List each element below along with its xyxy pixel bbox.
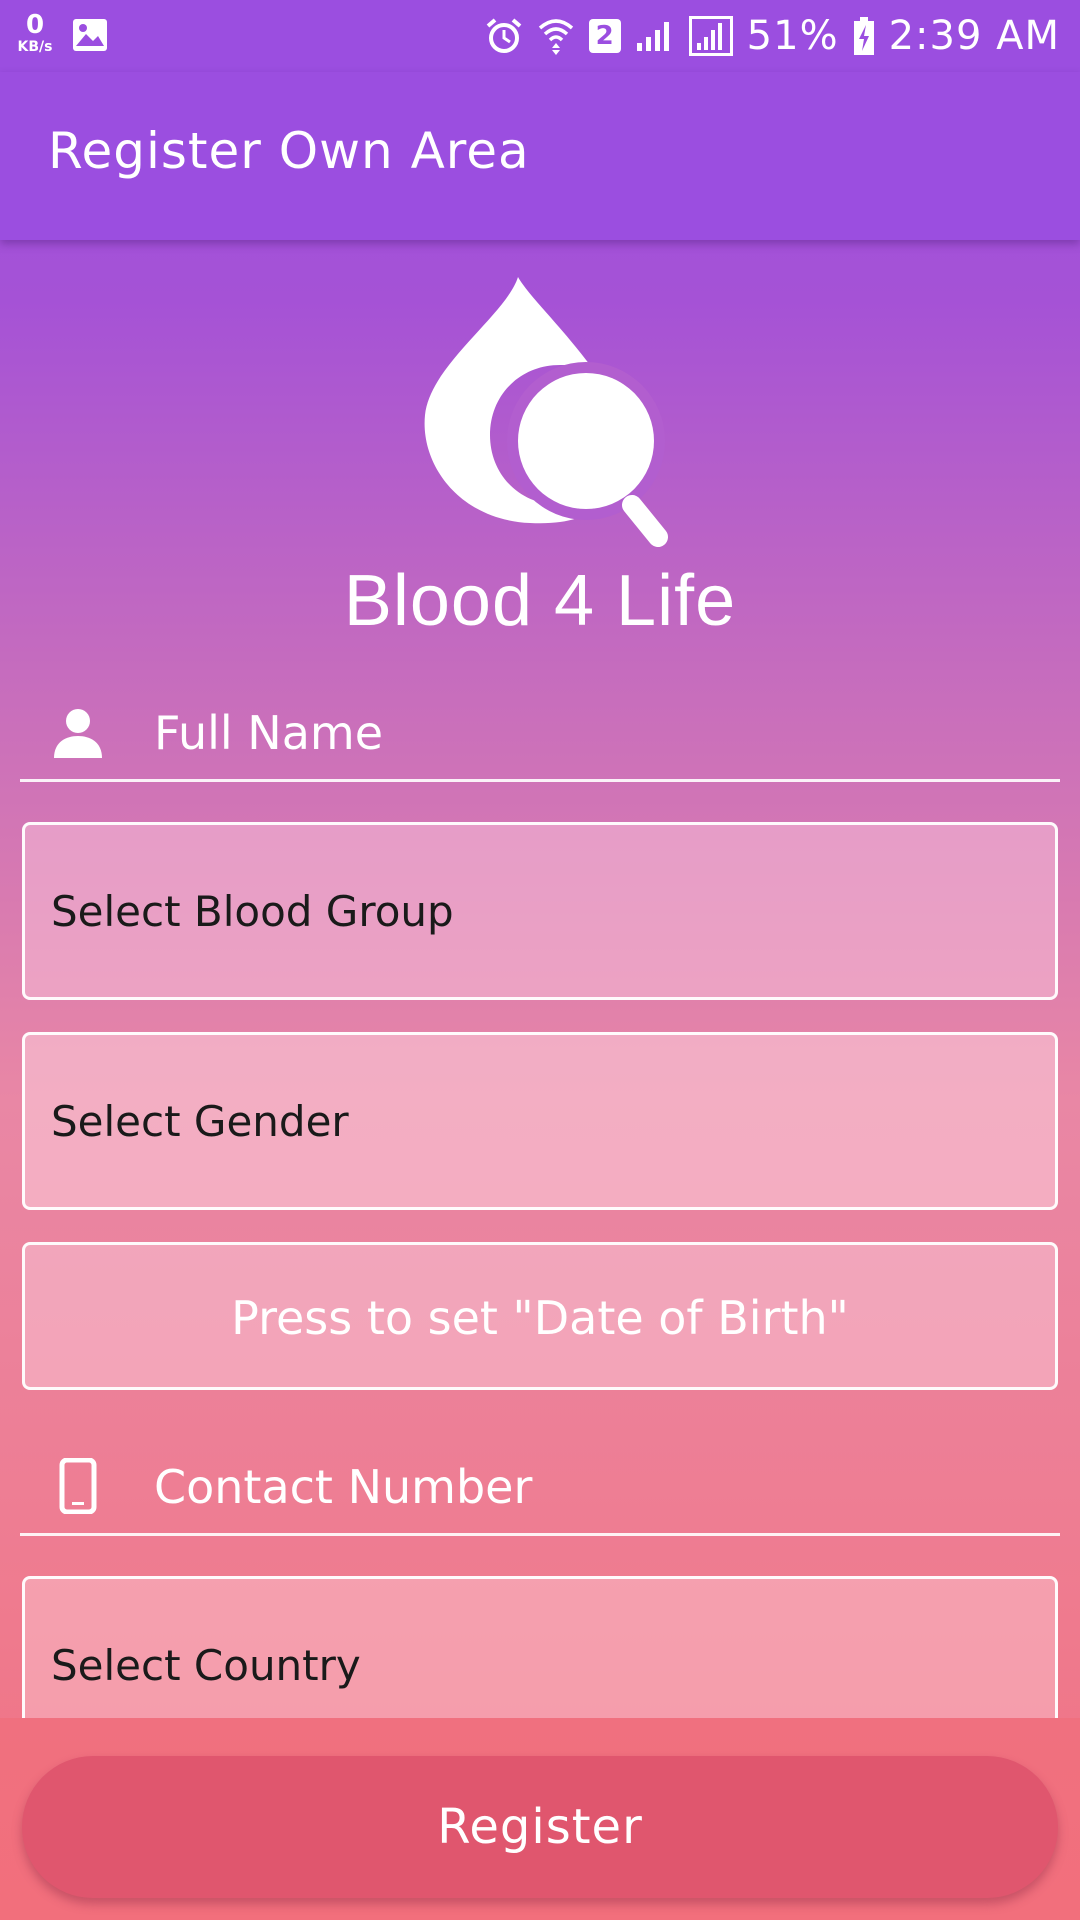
network-speed-unit: KB/s <box>17 39 53 55</box>
signal-icon <box>636 22 669 51</box>
phone-icon <box>59 1458 97 1514</box>
full-name-placeholder: Full Name <box>154 706 383 760</box>
contact-number-field[interactable]: Contact Number <box>20 1436 1060 1536</box>
signal-2-icon <box>688 16 733 56</box>
logo-text: Blood 4 Life <box>343 561 737 641</box>
wifi-icon <box>538 19 573 55</box>
app-bar: Register Own Area <box>0 72 1080 240</box>
date-of-birth-button[interactable]: Press to set "Date of Birth" <box>22 1242 1058 1390</box>
country-label: Select Country <box>51 1641 361 1690</box>
alarm-icon <box>486 18 521 53</box>
network-speed: 0 KB/s <box>12 12 58 54</box>
blood-group-label: Select Blood Group <box>51 887 454 936</box>
battery-charging-icon <box>853 17 874 55</box>
clock: 2:39 AM <box>888 13 1060 59</box>
blood-drop-search-logo-icon <box>424 277 668 547</box>
page-title: Register Own Area <box>48 122 530 180</box>
battery-percent: 51% <box>746 13 839 59</box>
register-button[interactable]: Register <box>22 1756 1058 1898</box>
gallery-icon <box>73 19 107 51</box>
sim-slot-badge: 2 <box>588 19 621 53</box>
contact-number-placeholder: Contact Number <box>154 1460 533 1514</box>
person-icon <box>54 709 102 758</box>
blood-group-select[interactable]: Select Blood Group <box>22 822 1058 1000</box>
date-of-birth-label: Press to set "Date of Birth" <box>231 1291 849 1345</box>
status-bar: 0 KB/s 2 51% 2:39 AM <box>0 0 1080 72</box>
full-name-field[interactable]: Full Name <box>20 682 1060 782</box>
network-speed-value: 0 <box>25 10 45 40</box>
gender-select[interactable]: Select Gender <box>22 1032 1058 1210</box>
gender-label: Select Gender <box>51 1097 349 1146</box>
